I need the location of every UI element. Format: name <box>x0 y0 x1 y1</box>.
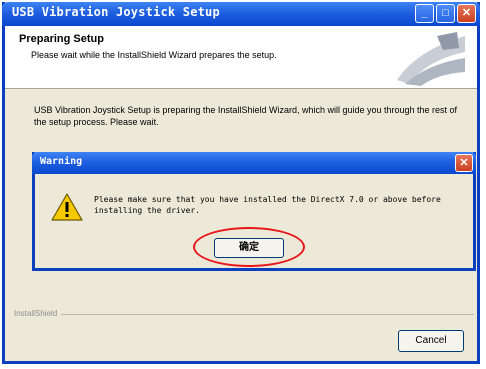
header-title: Preparing Setup <box>19 33 104 45</box>
window-title: USB Vibration Joystick Setup <box>12 5 220 19</box>
cancel-button[interactable]: Cancel <box>398 330 464 352</box>
setup-window-titlebar[interactable]: USB Vibration Joystick Setup _ □ ✕ <box>2 2 480 26</box>
warning-message: Please make sure that you have installed… <box>94 195 441 215</box>
maximize-button[interactable]: □ <box>436 4 455 23</box>
footer-divider <box>14 314 474 315</box>
wizard-header: Preparing Setup Please wait while the In… <box>5 26 477 89</box>
header-subtitle: Please wait while the InstallShield Wiza… <box>31 50 277 60</box>
body-text: USB Vibration Joystick Setup is preparin… <box>34 105 458 127</box>
minimize-button[interactable]: _ <box>415 4 434 23</box>
ok-button[interactable]: 确定 <box>214 238 284 258</box>
warning-dialog-title: Warning <box>40 156 83 167</box>
window-controls: _ □ ✕ <box>415 4 476 23</box>
installshield-logo-icon <box>387 30 467 86</box>
dialog-close-button[interactable]: ✕ <box>455 154 473 172</box>
close-button[interactable]: ✕ <box>457 4 476 23</box>
footer-group-label: InstallShield <box>14 309 62 318</box>
warning-dialog-titlebar[interactable]: Warning ✕ <box>32 152 476 174</box>
warning-triangle-icon <box>51 193 83 221</box>
